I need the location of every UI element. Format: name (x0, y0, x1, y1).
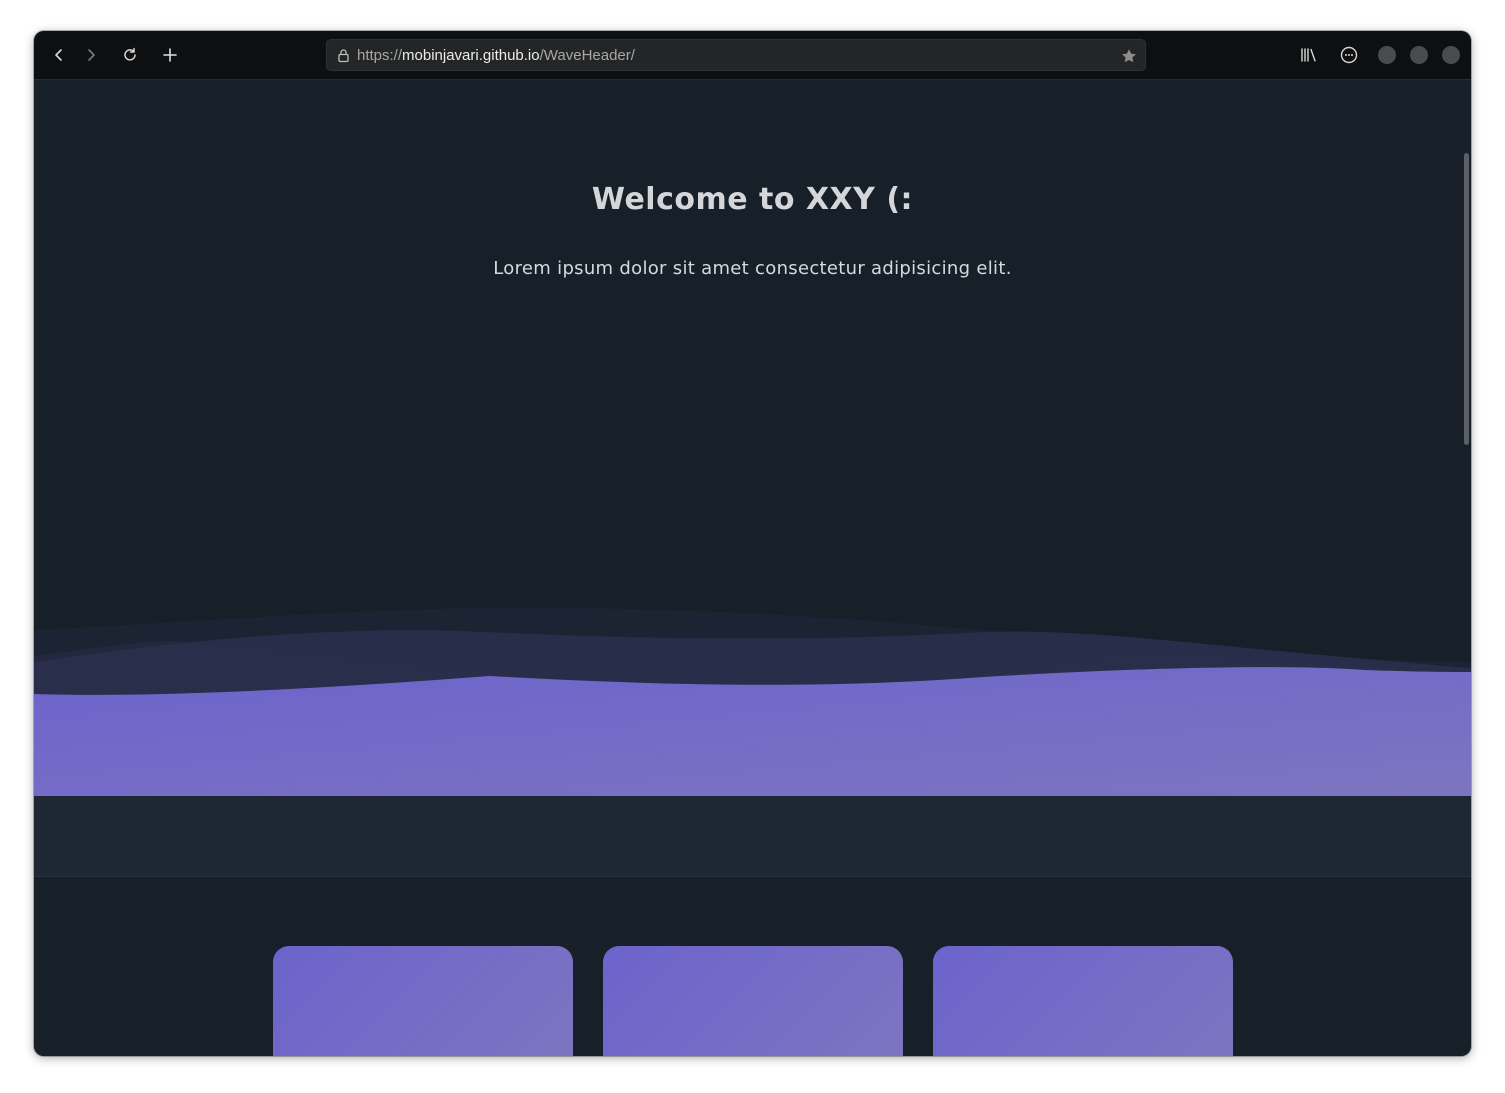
feature-card-1[interactable] (273, 946, 573, 1056)
url-host: mobinjavari.github.io (402, 47, 540, 64)
library-button[interactable] (1296, 42, 1322, 68)
new-tab-button[interactable] (157, 42, 183, 68)
account-icon (1340, 46, 1358, 64)
new-tab-icon (163, 48, 177, 62)
library-icon (1301, 48, 1316, 62)
content-band (34, 796, 1471, 877)
maximize-button[interactable] (1410, 46, 1428, 64)
minimize-button[interactable] (1378, 46, 1396, 64)
bookmark-star-icon[interactable] (1121, 48, 1137, 64)
browser-window: https://mobinjavari.github.io/WaveHeader… (34, 31, 1471, 1056)
url-text: https://mobinjavari.github.io/WaveHeader… (357, 47, 635, 64)
url-path: /WaveHeader/ (539, 47, 635, 64)
feature-card-2[interactable] (603, 946, 903, 1056)
reload-button[interactable] (117, 42, 143, 68)
account-button[interactable] (1336, 42, 1362, 68)
hero-title: Welcome to XXY (: (591, 182, 914, 217)
back-button[interactable] (46, 42, 72, 68)
lock-icon (338, 49, 349, 63)
reload-icon (124, 47, 136, 61)
back-icon (55, 49, 62, 61)
forward-button[interactable] (78, 42, 104, 68)
hero-subtitle: Lorem ipsum dolor sit amet consectetur a… (493, 258, 1012, 279)
address-bar[interactable]: https://mobinjavari.github.io/WaveHeader… (326, 39, 1146, 71)
browser-toolbar: https://mobinjavari.github.io/WaveHeader… (34, 31, 1471, 80)
feature-card-3[interactable] (933, 946, 1233, 1056)
url-scheme: https:// (357, 47, 403, 64)
close-button[interactable] (1442, 46, 1460, 64)
vertical-scrollbar[interactable] (1464, 153, 1469, 445)
page-viewport: Welcome to XXY (: Lorem ipsum dolor sit … (34, 80, 1471, 1056)
wave-header (34, 607, 1471, 796)
forward-icon (88, 49, 95, 61)
